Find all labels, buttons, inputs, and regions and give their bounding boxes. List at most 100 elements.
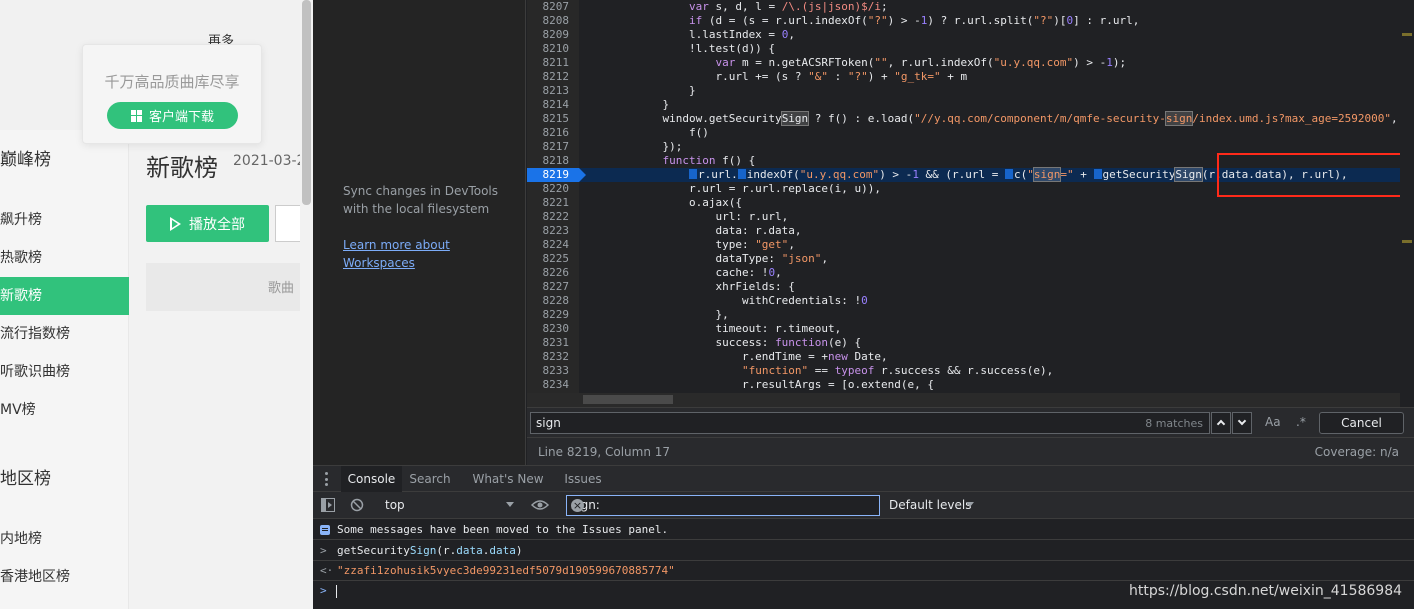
coverage-status[interactable]: Coverage: n/a: [1315, 445, 1399, 459]
line-number[interactable]: 8226: [527, 266, 579, 280]
scrollbar-thumb[interactable]: [302, 0, 311, 205]
line-number[interactable]: 8228: [527, 294, 579, 308]
log-levels-dropdown[interactable]: Default levels: [889, 498, 971, 512]
line-number[interactable]: 8222: [527, 210, 579, 224]
tab-console[interactable]: Console: [341, 466, 402, 492]
editor-vertical-scrollbar[interactable]: [1400, 0, 1414, 407]
download-client-button[interactable]: 客户端下载: [107, 102, 238, 129]
line-number[interactable]: 8234: [527, 378, 579, 392]
code-line[interactable]: 8229 },: [527, 308, 1400, 322]
line-number[interactable]: 8220: [527, 182, 579, 196]
line-number[interactable]: 8225: [527, 252, 579, 266]
clear-filter-icon[interactable]: ×: [571, 499, 584, 512]
line-number[interactable]: 8217: [527, 140, 579, 154]
code-line[interactable]: 8231 success: function(e) {: [527, 336, 1400, 350]
line-number[interactable]: 8211: [527, 56, 579, 70]
code-line[interactable]: 8209 l.lastIndex = 0,: [527, 28, 1400, 42]
sidebar-section-top: 巅峰榜: [0, 150, 51, 170]
page-scrollbar[interactable]: [300, 0, 313, 609]
line-number[interactable]: 8207: [527, 0, 579, 14]
code-line[interactable]: 8228 withCredentials: !0: [527, 294, 1400, 308]
workspaces-link[interactable]: Learn more about Workspaces: [343, 236, 463, 272]
search-input[interactable]: sign 8 matches: [530, 412, 1210, 434]
search-prev-button[interactable]: [1211, 412, 1231, 434]
eye-icon[interactable]: [531, 498, 549, 512]
code-line[interactable]: 8213 }: [527, 84, 1400, 98]
scrollbar-thumb[interactable]: [583, 395, 673, 404]
clear-console-icon[interactable]: [350, 498, 364, 512]
sidebar-toggle-icon[interactable]: [321, 498, 335, 512]
sidebar-item-mainland[interactable]: 内地榜: [0, 520, 129, 558]
tab-issues[interactable]: Issues: [558, 466, 608, 492]
more-options-icon[interactable]: [325, 472, 329, 486]
code-line[interactable]: 8212 r.url += (s ? "&" : "?") + "g_tk=" …: [527, 70, 1400, 84]
code-line[interactable]: 8216 f(): [527, 126, 1400, 140]
line-number[interactable]: 8218: [527, 154, 579, 168]
code-line[interactable]: 8232 r.endTime = +new Date,: [527, 350, 1400, 364]
line-number[interactable]: 8219: [527, 168, 586, 182]
line-source: cache: !0,: [583, 266, 782, 279]
line-number[interactable]: 8233: [527, 364, 579, 378]
tab-whats-new[interactable]: What's New: [468, 466, 548, 492]
input-expression[interactable]: getSecuritySign(r.data.data): [337, 541, 522, 561]
code-line[interactable]: 8225 dataType: "json",: [527, 252, 1400, 266]
code-line[interactable]: 8215 window.getSecuritySign ? f() : e.lo…: [527, 111, 1400, 126]
cancel-button[interactable]: Cancel: [1319, 412, 1404, 434]
sidebar-item-rising[interactable]: 飙升榜: [0, 201, 129, 239]
line-number[interactable]: 8212: [527, 70, 579, 84]
line-number[interactable]: 8215: [527, 112, 579, 126]
line-number[interactable]: 8208: [527, 14, 579, 28]
code-line[interactable]: 8234 r.resultArgs = [o.extend(e, {: [527, 378, 1400, 392]
code-line[interactable]: 8226 cache: !0,: [527, 266, 1400, 280]
line-number[interactable]: 8232: [527, 350, 579, 364]
search-next-button[interactable]: [1232, 412, 1252, 434]
line-number[interactable]: 8216: [527, 126, 579, 140]
code-line[interactable]: 8227 xhrFields: {: [527, 280, 1400, 294]
code-line[interactable]: 8224 type: "get",: [527, 238, 1400, 252]
line-number[interactable]: 8210: [527, 42, 579, 56]
line-number[interactable]: 8227: [527, 280, 579, 294]
line-number[interactable]: 8229: [527, 308, 579, 322]
line-number[interactable]: 8224: [527, 238, 579, 252]
match-case-toggle[interactable]: Aa: [1265, 415, 1281, 429]
line-number[interactable]: 8231: [527, 336, 579, 350]
message-text: Some messages have been moved to the Iss…: [337, 523, 669, 536]
line-number[interactable]: 8223: [527, 224, 579, 238]
code-line[interactable]: 8214 }: [527, 98, 1400, 112]
play-all-button[interactable]: 播放全部: [146, 205, 269, 242]
code-line[interactable]: 8223 data: r.data,: [527, 224, 1400, 238]
tab-search[interactable]: Search: [402, 466, 458, 492]
line-number[interactable]: 8213: [527, 84, 579, 98]
line-source: r.url += (s ? "&" : "?") + "g_tk=" + m: [583, 70, 968, 83]
line-source: var s, d, l = /\.(js|json)$/i;: [688, 0, 888, 13]
sidebar-item-new[interactable]: 新歌榜: [0, 277, 129, 315]
line-source: },: [583, 308, 729, 321]
code-line[interactable]: 8207 var s, d, l = /\.(js|json)$/i;: [527, 0, 1400, 14]
code-line[interactable]: 8221 o.ajax({: [527, 196, 1400, 210]
code-line[interactable]: 8208 if (d = (s = r.url.indexOf("?") > -…: [527, 14, 1400, 28]
sidebar-item-hongkong[interactable]: 香港地区榜: [0, 558, 129, 596]
editor-horizontal-scrollbar[interactable]: [527, 393, 1400, 407]
sidebar-item-hot[interactable]: 热歌榜: [0, 239, 129, 277]
code-line[interactable]: 8210 !l.test(d)) {: [527, 42, 1400, 56]
line-number[interactable]: 8214: [527, 98, 579, 112]
line-number[interactable]: 8209: [527, 28, 579, 42]
sidebar-item-mv[interactable]: MV榜: [0, 391, 129, 429]
console-filter-input[interactable]: sign: ×: [566, 495, 880, 516]
code-editor[interactable]: 8207 var s, d, l = /\.(js|json)$/i; 8208 …: [527, 0, 1414, 407]
code-line[interactable]: 8217 });: [527, 140, 1400, 154]
sidebar-item-song-recognition[interactable]: 听歌识曲榜: [0, 353, 129, 391]
context-selector[interactable]: top: [385, 498, 405, 512]
line-number[interactable]: 8230: [527, 322, 579, 336]
download-label: 客户端下载: [148, 110, 214, 125]
line-source: f(): [583, 126, 709, 139]
line-number[interactable]: 8221: [527, 196, 579, 210]
regex-toggle[interactable]: .*: [1296, 415, 1306, 429]
sidebar-item-popular-index[interactable]: 流行指数榜: [0, 315, 129, 353]
code-line[interactable]: 8222 url: r.url,: [527, 210, 1400, 224]
code-line[interactable]: 8230 timeout: r.timeout,: [527, 322, 1400, 336]
code-line[interactable]: 8211 var m = n.getACSRFToken("", r.url.i…: [527, 56, 1400, 70]
line-source: });: [583, 140, 683, 153]
code-line[interactable]: 8233 "function" == typeof r.success && r…: [527, 364, 1400, 378]
result-value[interactable]: "zzafi1zohusik5vyec3de99231edf5079d19059…: [337, 561, 675, 581]
